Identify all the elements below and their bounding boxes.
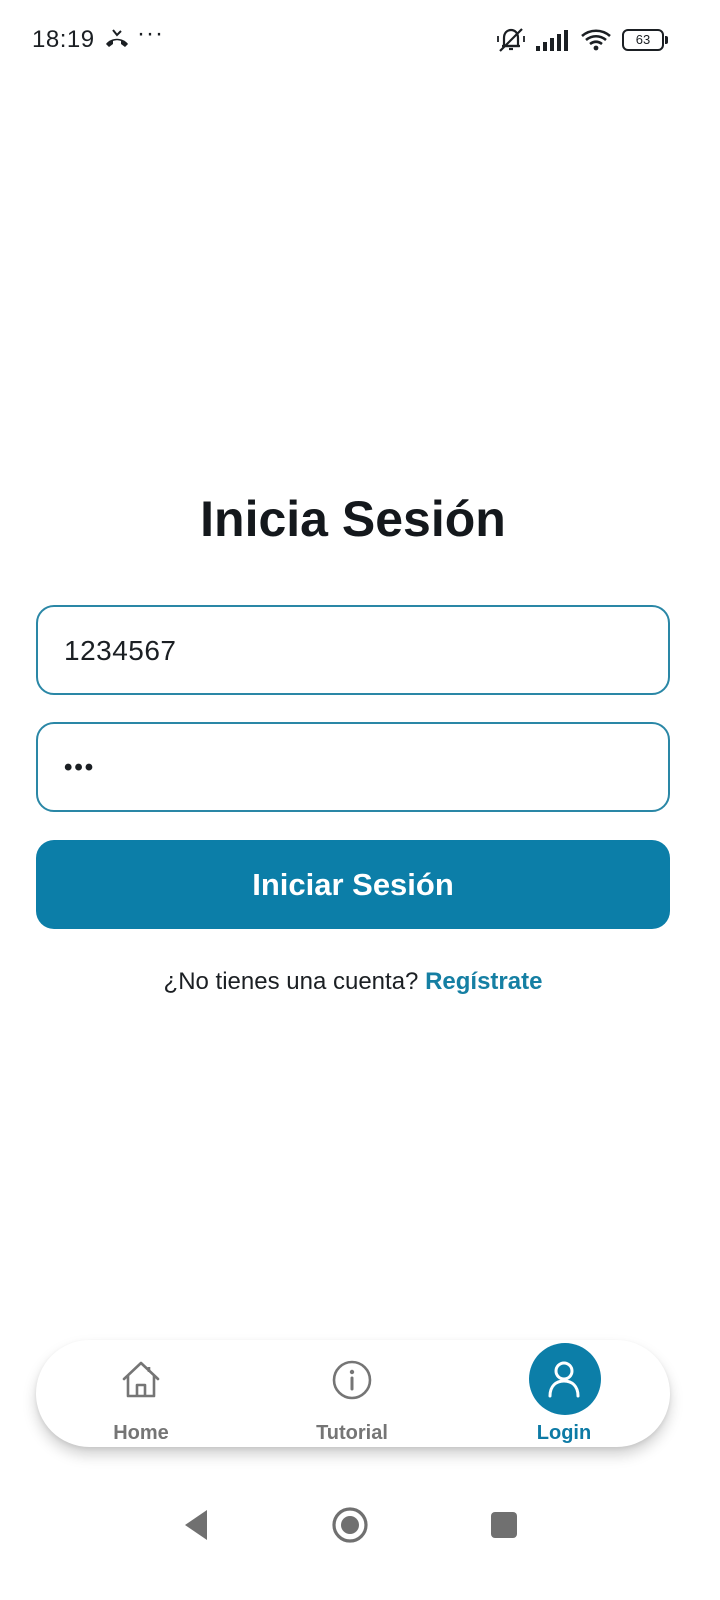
nav-label-tutorial: Tutorial [316, 1422, 388, 1444]
nav-item-home[interactable]: Home [61, 1340, 221, 1447]
signal-icon [536, 30, 568, 51]
wifi-icon [581, 29, 611, 51]
back-icon[interactable] [182, 1508, 210, 1542]
user-icon [548, 1361, 580, 1398]
login-screen: 18:19 ··· 63 Inicia Sesión 1234567 ••• I… [0, 0, 720, 1600]
bottom-navigation: Home Tutorial Login [36, 1340, 670, 1447]
info-icon [332, 1360, 372, 1400]
register-prompt: ¿No tienes una cuenta? Regístrate [0, 968, 706, 996]
status-time: 18:19 [32, 26, 95, 53]
home-circle-icon[interactable] [331, 1506, 369, 1544]
password-value: ••• [64, 754, 96, 781]
mute-icon [497, 28, 525, 52]
page-title: Inicia Sesión [200, 491, 506, 547]
nav-item-login[interactable]: Login [484, 1340, 644, 1447]
status-bar: 18:19 ··· 63 [0, 0, 720, 80]
status-icons: 63 [496, 26, 668, 54]
password-field[interactable]: ••• [36, 722, 670, 812]
more-notifications-icon: ··· [137, 20, 164, 47]
system-navigation-bar [0, 1490, 720, 1560]
recents-icon[interactable] [490, 1511, 518, 1539]
battery-icon: 63 [622, 29, 668, 51]
register-prompt-text: ¿No tienes una cuenta? [163, 968, 419, 995]
nav-item-tutorial[interactable]: Tutorial [272, 1340, 432, 1447]
nav-label-login: Login [536, 1422, 592, 1444]
username-value: 1234567 [64, 635, 177, 666]
register-link[interactable]: Regístrate [425, 968, 542, 995]
missed-call-icon [106, 29, 128, 47]
home-icon [122, 1361, 160, 1398]
nav-label-home: Home [113, 1422, 169, 1444]
username-field[interactable]: 1234567 [36, 605, 670, 695]
login-button[interactable]: Iniciar Sesión [36, 840, 670, 929]
